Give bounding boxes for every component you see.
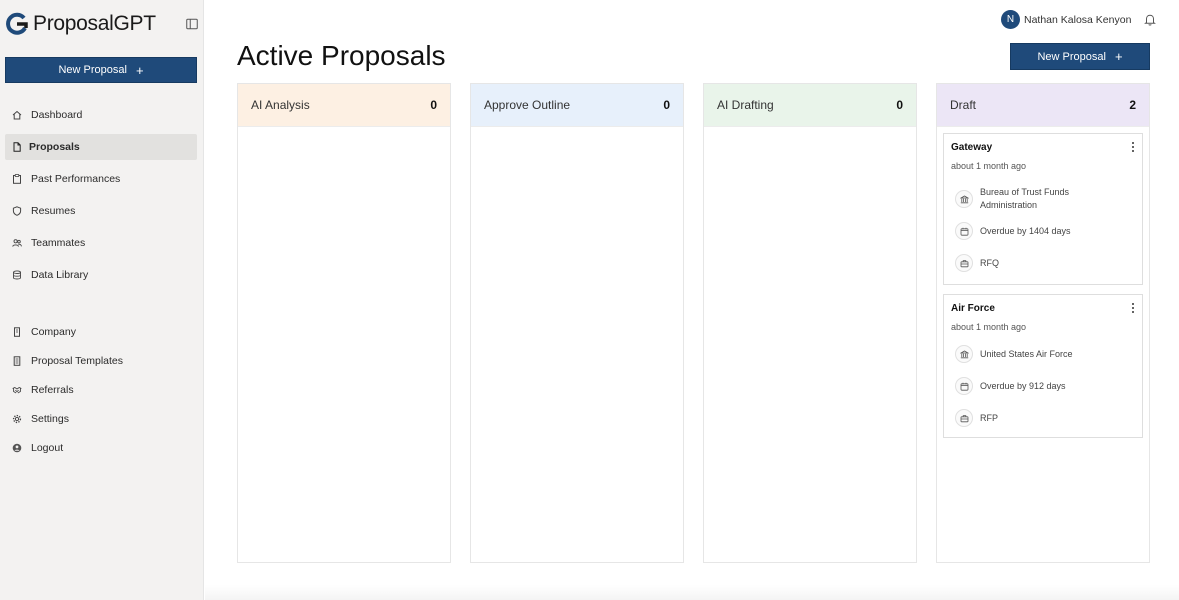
more-options-icon[interactable] xyxy=(1130,141,1136,153)
sidebar-new-proposal-button[interactable]: New Proposal + xyxy=(5,57,197,83)
solicitation-type: RFP xyxy=(980,412,998,423)
column-header: Approve Outline 0 xyxy=(471,84,683,127)
avatar: N xyxy=(1001,10,1020,29)
sidebar-item-dashboard[interactable]: Dashboard xyxy=(5,102,197,128)
bell-icon[interactable] xyxy=(1144,13,1156,26)
card-title: Gateway xyxy=(951,142,993,153)
agency-name: United States Air Force xyxy=(980,348,1073,359)
sidebar-item-proposal-templates[interactable]: Proposal Templates xyxy=(5,348,197,374)
sidebar-item-label: Proposal Templates xyxy=(31,355,124,367)
sidebar-toggle-icon[interactable] xyxy=(186,18,198,30)
column-title: Draft xyxy=(950,98,977,112)
gear-icon xyxy=(12,414,22,424)
card-timestamp: about 1 month ago xyxy=(951,322,1027,332)
page-title: Active Proposals xyxy=(237,40,446,71)
sidebar-item-proposals[interactable]: Proposals xyxy=(5,134,197,160)
agency-icon xyxy=(955,345,973,363)
column-draft: Draft 2 Gateway about 1 month ago Bureau… xyxy=(936,83,1150,563)
card-agency: United States Air Force xyxy=(955,345,1120,363)
sidebar-item-referrals[interactable]: Referrals xyxy=(5,377,197,403)
column-title: AI Drafting xyxy=(717,98,774,112)
sidebar-item-label: Data Library xyxy=(31,269,89,281)
card-timestamp: about 1 month ago xyxy=(951,161,1027,171)
column-count: 0 xyxy=(430,98,437,112)
briefcase-icon xyxy=(955,254,973,272)
sidebar-item-label: Teammates xyxy=(31,237,86,249)
card-title: Air Force xyxy=(951,303,995,314)
user-name: Nathan Kalosa Kenyon xyxy=(1024,13,1132,26)
sidebar-item-label: Past Performances xyxy=(31,173,121,185)
sidebar-item-data-library[interactable]: Data Library xyxy=(5,262,197,288)
briefcase-icon xyxy=(955,409,973,427)
sidebar-item-label: Proposals xyxy=(29,141,80,153)
sidebar-item-label: Resumes xyxy=(31,205,76,217)
column-title: Approve Outline xyxy=(484,98,571,112)
column-header: AI Analysis 0 xyxy=(238,84,450,127)
users-icon xyxy=(12,239,22,247)
plus-icon: + xyxy=(1114,49,1123,64)
sidebar-new-proposal-label: New Proposal xyxy=(58,64,127,76)
proposal-card[interactable]: Gateway about 1 month ago Bureau of Trus… xyxy=(943,133,1143,285)
home-icon xyxy=(12,110,22,120)
column-header: Draft 2 xyxy=(937,84,1149,127)
clipboard-icon xyxy=(13,174,21,184)
card-due: Overdue by 1404 days xyxy=(955,222,1120,240)
sidebar-item-label: Settings xyxy=(31,413,69,425)
column-title: AI Analysis xyxy=(251,98,310,112)
primary-nav: Dashboard Proposals Past Performances Re… xyxy=(5,102,197,288)
card-agency: Bureau of Trust Funds Administration xyxy=(955,186,1120,212)
user-menu[interactable]: N Nathan Kalosa Kenyon xyxy=(1001,10,1131,29)
page-bottom-edge xyxy=(205,585,1179,600)
agency-name: Bureau of Trust Funds Administration xyxy=(980,187,1070,210)
plus-icon: + xyxy=(135,62,144,78)
sidebar-item-label: Company xyxy=(31,326,76,338)
brand[interactable]: ProposalGPT xyxy=(6,12,156,36)
more-options-icon[interactable] xyxy=(1130,302,1136,314)
sidebar-item-label: Dashboard xyxy=(31,109,83,121)
sidebar-item-logout[interactable]: Logout xyxy=(5,435,197,461)
template-icon xyxy=(13,356,21,366)
sidebar-item-settings[interactable]: Settings xyxy=(5,406,197,432)
column-count: 2 xyxy=(1129,98,1136,112)
solicitation-type: RFQ xyxy=(980,257,999,268)
calendar-icon xyxy=(955,222,973,240)
proposalgpt-logo-icon xyxy=(6,12,28,35)
card-type: RFQ xyxy=(955,254,1120,272)
sidebar-item-past-performances[interactable]: Past Performances xyxy=(5,166,197,192)
column-count: 0 xyxy=(896,98,903,112)
proposal-card[interactable]: Air Force about 1 month ago United State… xyxy=(943,294,1143,438)
logout-icon xyxy=(12,443,22,453)
sidebar-item-label: Logout xyxy=(31,442,64,454)
sidebar-item-company[interactable]: Company xyxy=(5,319,197,345)
column-ai-analysis: AI Analysis 0 xyxy=(237,83,451,563)
document-icon xyxy=(13,142,21,152)
column-header: AI Drafting 0 xyxy=(704,84,916,127)
building-icon xyxy=(14,327,20,337)
sidebar-item-resumes[interactable]: Resumes xyxy=(5,198,197,224)
brand-name: ProposalGPT xyxy=(33,12,156,35)
database-icon xyxy=(13,270,21,280)
column-count: 0 xyxy=(663,98,670,112)
agency-icon xyxy=(955,190,973,208)
handshake-icon xyxy=(12,386,22,394)
sidebar-item-teammates[interactable]: Teammates xyxy=(5,230,197,256)
sidebar-item-label: Referrals xyxy=(31,384,74,396)
calendar-icon xyxy=(955,377,973,395)
card-due: Overdue by 912 days xyxy=(955,377,1120,395)
column-approve-outline: Approve Outline 0 xyxy=(470,83,684,563)
due-status: Overdue by 1404 days xyxy=(980,225,1071,236)
sidebar: ProposalGPT New Proposal + Dashboard Pro… xyxy=(0,0,204,600)
shield-icon xyxy=(12,206,22,216)
new-proposal-button[interactable]: New Proposal + xyxy=(1010,43,1150,70)
card-type: RFP xyxy=(955,409,1120,427)
column-ai-drafting: AI Drafting 0 xyxy=(703,83,917,563)
secondary-nav: Company Proposal Templates Referrals Set… xyxy=(5,319,197,461)
new-proposal-label: New Proposal xyxy=(1037,50,1106,63)
due-status: Overdue by 912 days xyxy=(980,380,1066,391)
